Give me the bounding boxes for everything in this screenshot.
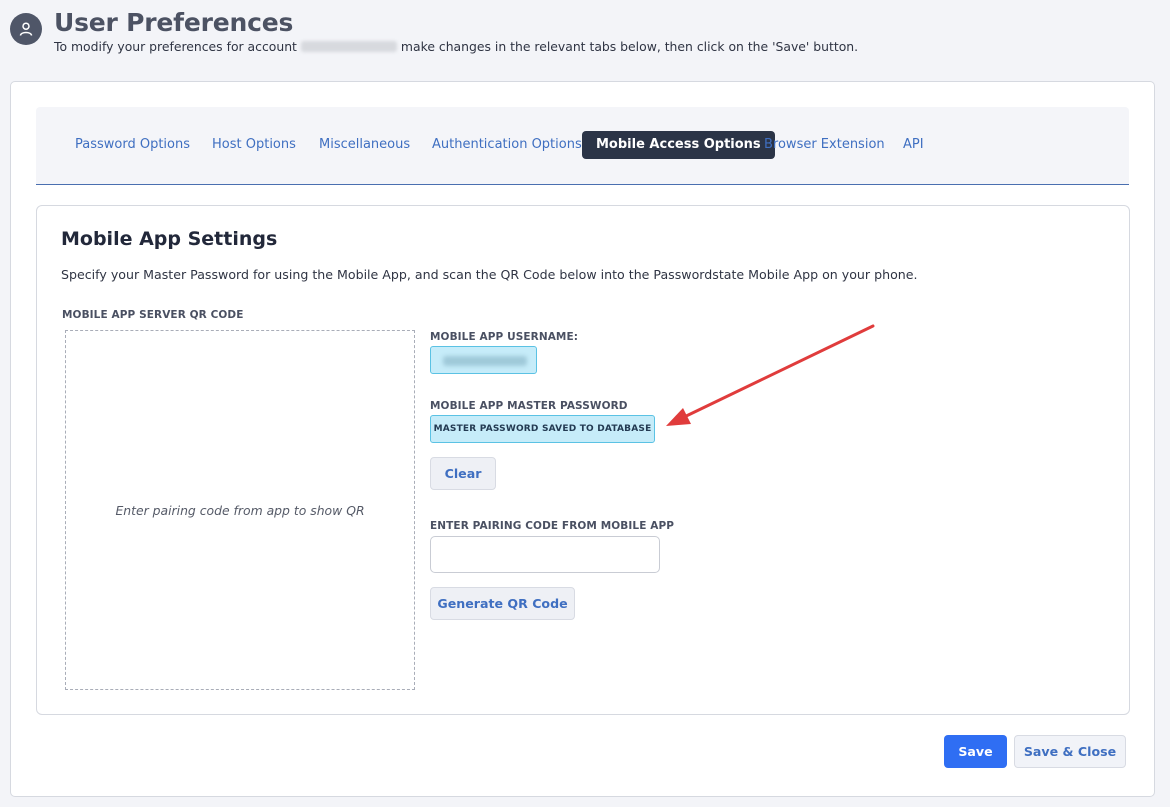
user-icon: [19, 22, 33, 36]
tab-bar: Password Options Host Options Miscellane…: [36, 107, 1129, 185]
redacted-username: [443, 356, 527, 366]
page-title: User Preferences: [54, 8, 294, 37]
preferences-panel: Password Options Host Options Miscellane…: [10, 81, 1155, 797]
tab-host-options[interactable]: Host Options: [198, 131, 310, 159]
qr-code-area: Enter pairing code from app to show QR: [65, 330, 415, 690]
pairing-code-input[interactable]: [430, 536, 660, 573]
master-password-status-badge: MASTER PASSWORD SAVED TO DATABASE: [430, 415, 655, 443]
user-avatar: [10, 13, 42, 45]
mobile-app-settings-card: Mobile App Settings Specify your Master …: [36, 205, 1130, 715]
page-subtitle: To modify your preferences for account ma…: [54, 39, 858, 54]
master-password-label: MOBILE APP MASTER PASSWORD: [430, 400, 628, 412]
generate-qr-code-button[interactable]: Generate QR Code: [430, 587, 575, 620]
section-title: Mobile App Settings: [61, 228, 278, 250]
tab-mobile-access-options[interactable]: Mobile Access Options: [582, 131, 775, 159]
qr-hint-text: Enter pairing code from app to show QR: [115, 502, 365, 518]
tab-password-options[interactable]: Password Options: [61, 131, 204, 159]
tab-miscellaneous[interactable]: Miscellaneous: [305, 131, 424, 159]
pairing-code-label: ENTER PAIRING CODE FROM MOBILE APP: [430, 520, 675, 532]
qr-code-label: MOBILE APP SERVER QR CODE: [62, 309, 244, 321]
page-header: User Preferences To modify your preferen…: [0, 0, 1170, 80]
clear-button[interactable]: Clear: [430, 457, 496, 490]
tab-browser-extension[interactable]: Browser Extension: [750, 131, 899, 159]
username-label: MOBILE APP USERNAME:: [430, 331, 579, 343]
section-description: Specify your Master Password for using t…: [61, 267, 918, 282]
tab-authentication-options[interactable]: Authentication Options: [418, 131, 596, 159]
subtitle-text-after: make changes in the relevant tabs below,…: [400, 39, 859, 54]
redacted-account-name: [300, 41, 397, 52]
save-button[interactable]: Save: [944, 735, 1007, 768]
tab-api[interactable]: API: [889, 131, 938, 159]
subtitle-text-before: To modify your preferences for account: [54, 39, 297, 54]
username-value: [430, 346, 537, 374]
save-and-close-button[interactable]: Save & Close: [1014, 735, 1126, 768]
